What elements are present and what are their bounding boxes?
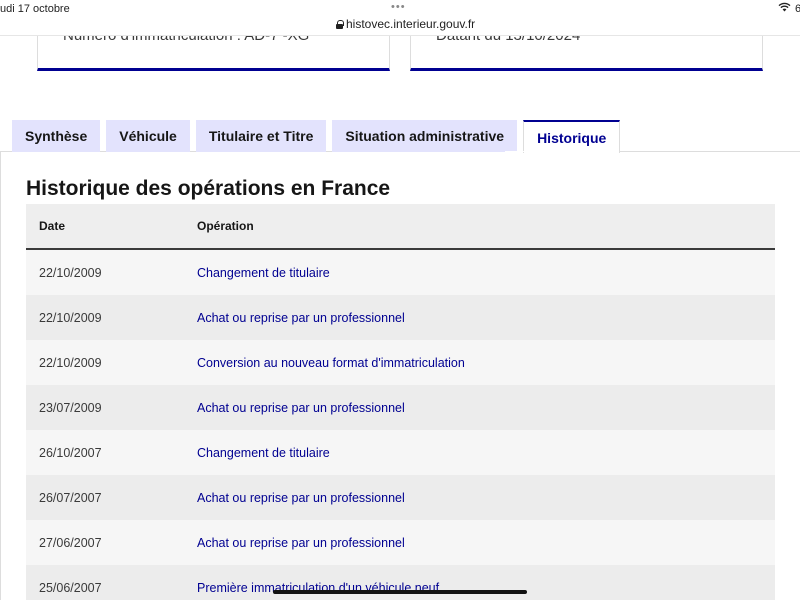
registration-number: Numéro d'immatriculation : AD-7 -XG bbox=[63, 36, 309, 44]
row-date: 22/10/2009 bbox=[39, 355, 102, 370]
tab-bar: Synthèse Véhicule Titulaire et Titre Sit… bbox=[12, 120, 621, 153]
operations-table: Date Opération 22/10/2009 Changement de … bbox=[26, 204, 775, 600]
tab-titulaire-titre[interactable]: Titulaire et Titre bbox=[195, 120, 327, 152]
table-row: 22/10/2009 Changement de titulaire bbox=[26, 250, 775, 295]
row-operation-link[interactable]: Achat ou reprise par un professionnel bbox=[197, 401, 775, 415]
row-date: 27/06/2007 bbox=[39, 535, 102, 550]
battery-level: 6 bbox=[795, 3, 800, 15]
table-row: 22/10/2009 Conversion au nouveau format … bbox=[26, 340, 775, 385]
table-row: 23/07/2009 Achat ou reprise par un profe… bbox=[26, 385, 775, 430]
table-row: 22/10/2009 Achat ou reprise par un profe… bbox=[26, 295, 775, 340]
row-operation-link[interactable]: Conversion au nouveau format d'immatricu… bbox=[197, 356, 775, 370]
row-date: 23/07/2009 bbox=[39, 400, 102, 415]
status-date: udi 17 octobre bbox=[0, 3, 70, 15]
row-date: 22/10/2009 bbox=[39, 310, 102, 325]
section-title: Historique des opérations en France bbox=[26, 177, 391, 200]
table-row: 25/06/2007 Première immatriculation d'un… bbox=[26, 565, 775, 600]
row-operation-link[interactable]: Achat ou reprise par un professionnel bbox=[197, 536, 775, 550]
table-row: 26/07/2007 Achat ou reprise par un profe… bbox=[26, 475, 775, 520]
row-operation-link[interactable]: Changement de titulaire bbox=[197, 446, 775, 460]
more-dots-icon[interactable]: ••• bbox=[391, 1, 406, 13]
report-date: Datant du 13/10/2024 bbox=[436, 36, 580, 44]
column-header-operation: Opération bbox=[197, 219, 254, 233]
home-indicator[interactable] bbox=[273, 590, 527, 594]
wifi-icon bbox=[778, 2, 791, 12]
registration-card: Numéro d'immatriculation : AD-7 -XG bbox=[37, 36, 390, 71]
row-date: 22/10/2009 bbox=[39, 265, 102, 280]
row-date: 26/10/2007 bbox=[39, 445, 102, 460]
active-tab-gap bbox=[505, 151, 596, 152]
report-date-card: Datant du 13/10/2024 bbox=[410, 36, 763, 71]
url-text: histovec.interieur.gouv.fr bbox=[346, 17, 476, 31]
row-operation-link[interactable]: Achat ou reprise par un professionnel bbox=[197, 311, 775, 325]
browser-status-bar: udi 17 octobre ••• histovec.interieur.go… bbox=[0, 0, 800, 36]
row-date: 25/06/2007 bbox=[39, 580, 102, 595]
row-date: 26/07/2007 bbox=[39, 490, 102, 505]
tab-synthese[interactable]: Synthèse bbox=[12, 120, 101, 152]
tab-situation-administrative[interactable]: Situation administrative bbox=[332, 120, 518, 152]
lock-icon bbox=[336, 19, 344, 29]
row-operation-link[interactable]: Achat ou reprise par un professionnel bbox=[197, 491, 775, 505]
row-operation-link[interactable]: Changement de titulaire bbox=[197, 266, 775, 280]
column-header-date: Date bbox=[39, 219, 66, 233]
table-row: 26/10/2007 Changement de titulaire bbox=[26, 430, 775, 475]
tab-historique[interactable]: Historique bbox=[523, 120, 621, 153]
table-body: 22/10/2009 Changement de titulaire 22/10… bbox=[26, 250, 775, 600]
address-bar[interactable]: histovec.interieur.gouv.fr bbox=[336, 17, 475, 31]
panel-border bbox=[0, 151, 1, 600]
tab-vehicule[interactable]: Véhicule bbox=[106, 120, 190, 152]
table-row: 27/06/2007 Achat ou reprise par un profe… bbox=[26, 520, 775, 565]
table-header: Date Opération bbox=[26, 204, 775, 250]
